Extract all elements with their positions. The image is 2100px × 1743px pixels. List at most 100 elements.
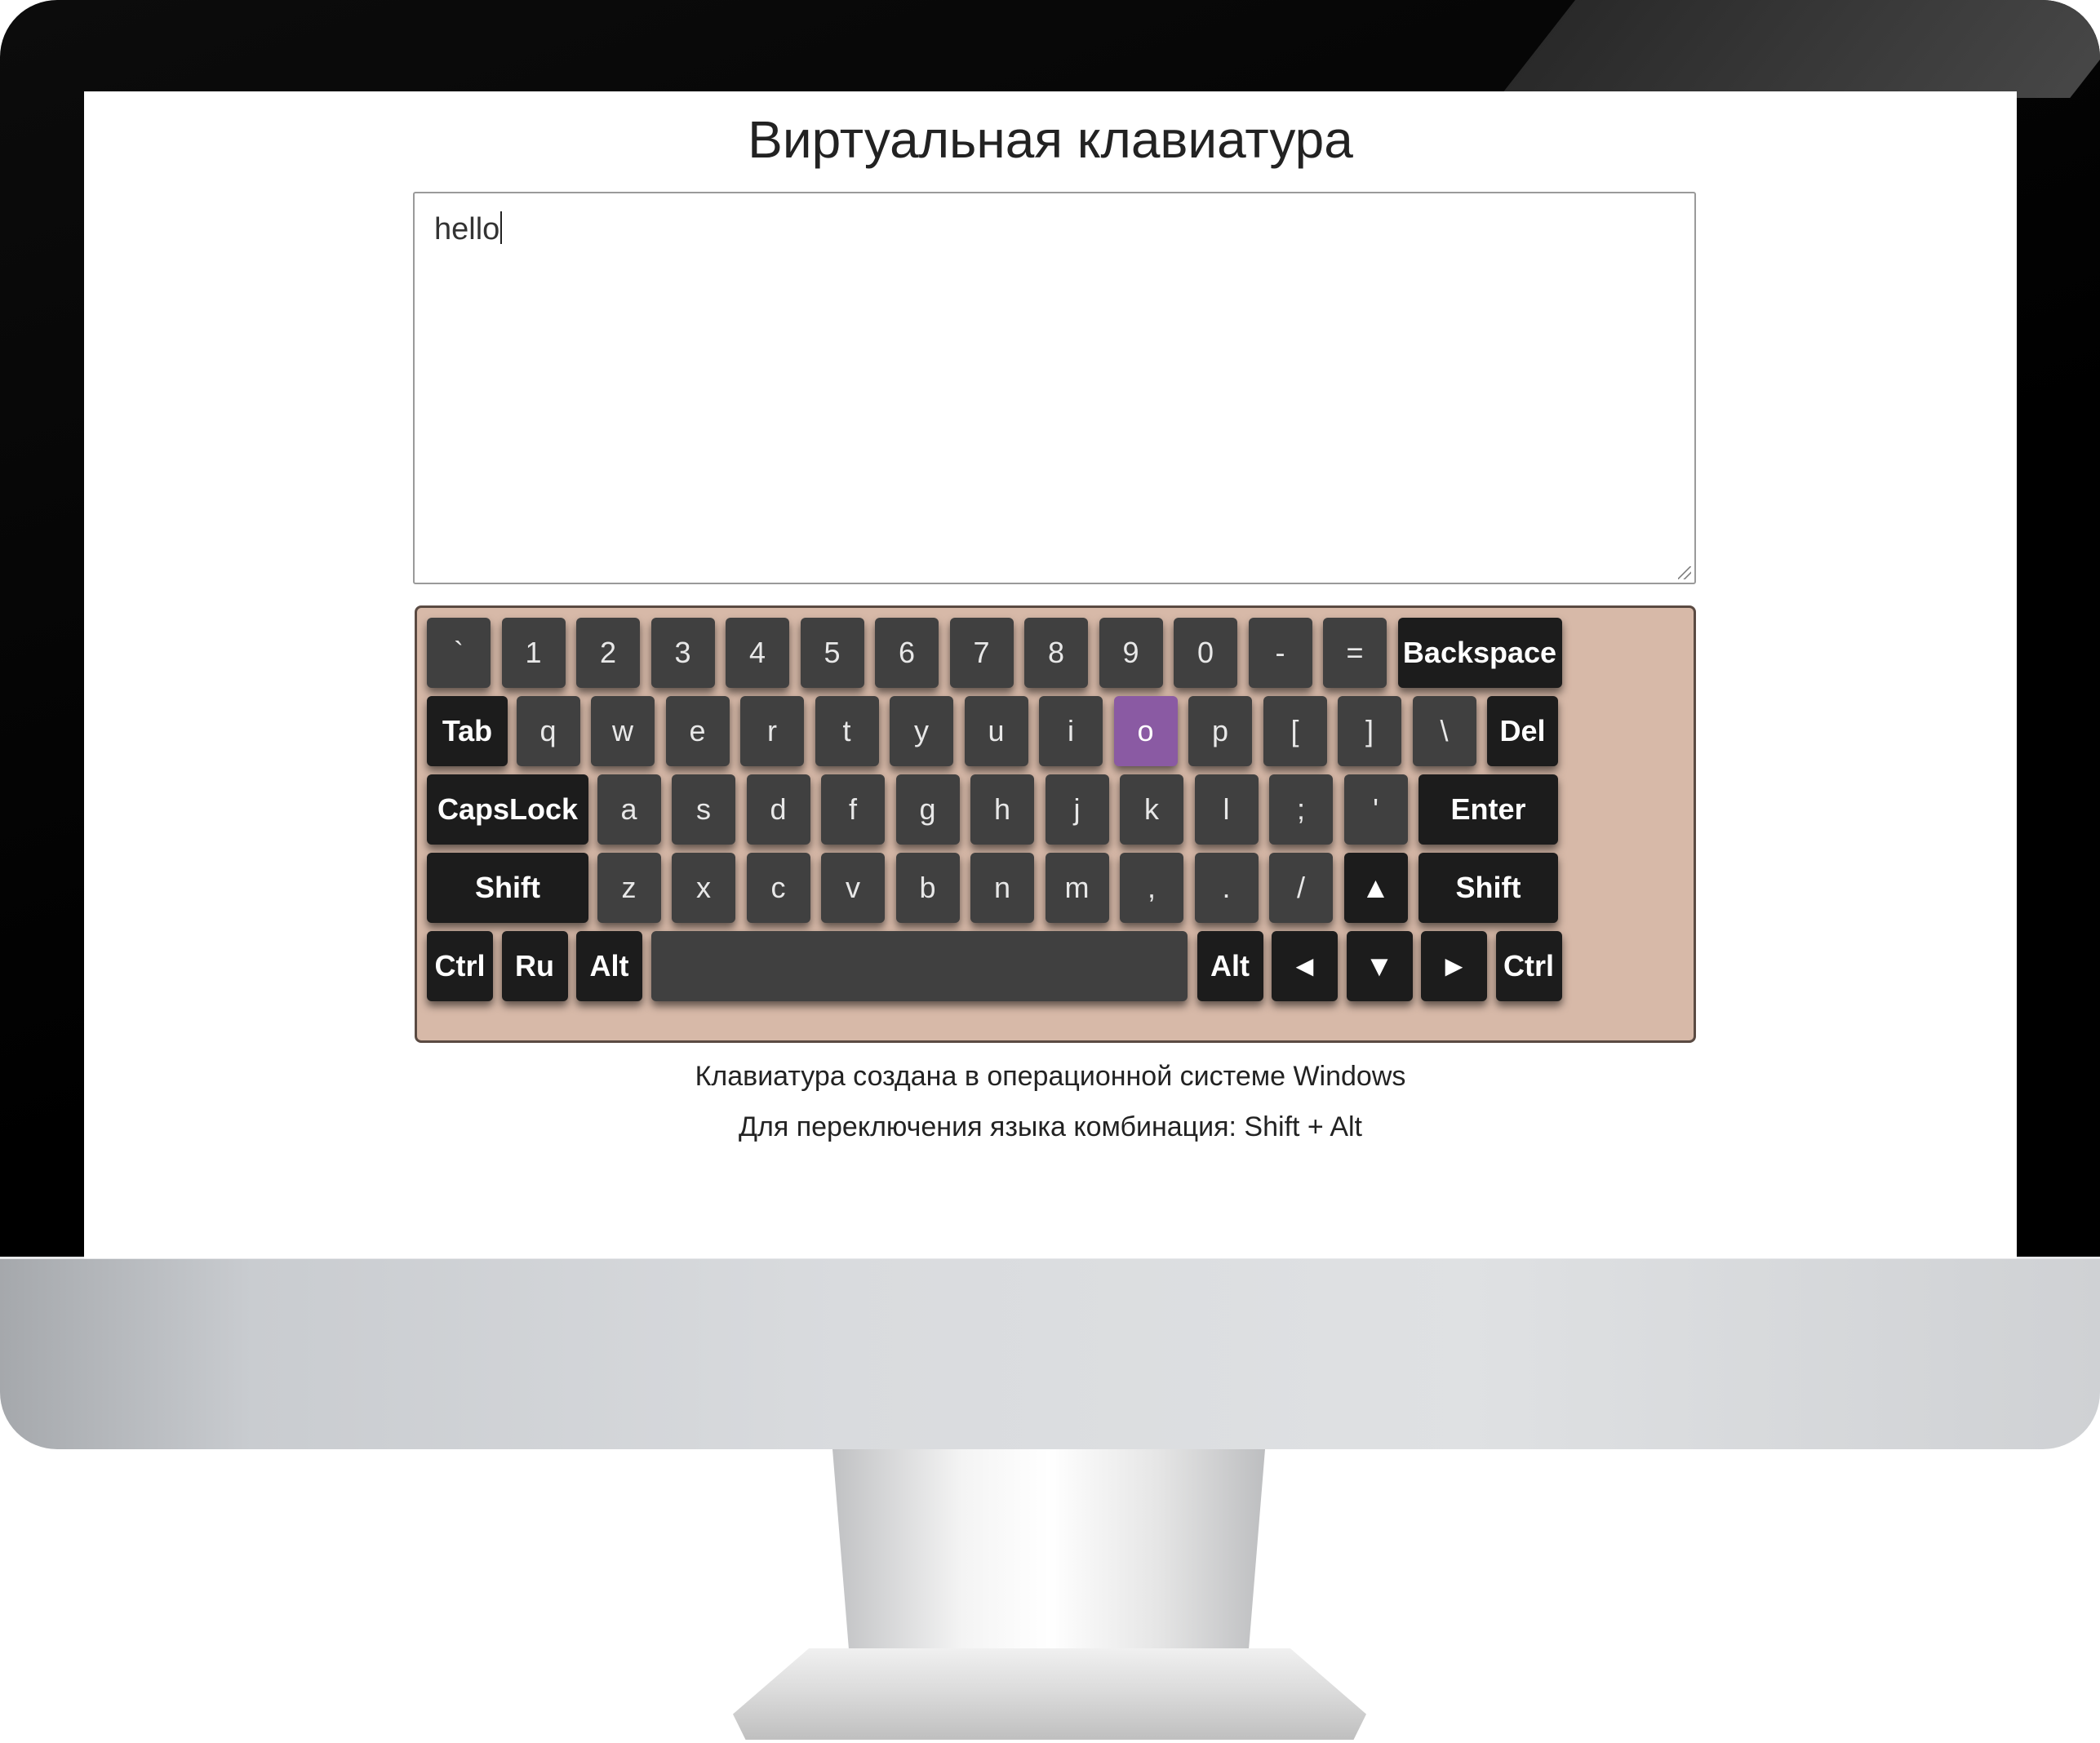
key-8[interactable]: 8 bbox=[1024, 618, 1088, 688]
key-2[interactable]: 2 bbox=[576, 618, 640, 688]
key-label: d bbox=[770, 792, 787, 826]
key-n[interactable]: n bbox=[970, 853, 1034, 923]
key-e[interactable]: e bbox=[665, 696, 730, 766]
key-bracket-left[interactable]: [ bbox=[1263, 696, 1327, 766]
key-6[interactable]: 6 bbox=[875, 618, 939, 688]
key-label: , bbox=[1147, 871, 1156, 904]
key-label: ▲ bbox=[1361, 871, 1391, 904]
key-slash[interactable]: / bbox=[1269, 853, 1333, 923]
note-language-switch: Для переключения языка комбинация: Shift… bbox=[738, 1111, 1363, 1142]
key-z[interactable]: z bbox=[597, 853, 661, 923]
resize-handle-icon[interactable] bbox=[1678, 566, 1691, 579]
key-quote[interactable]: ' bbox=[1343, 774, 1408, 845]
key-label: z bbox=[621, 871, 637, 904]
key-p[interactable]: p bbox=[1188, 696, 1252, 766]
key-label: Shift bbox=[475, 871, 540, 904]
text-input-area[interactable]: hello bbox=[413, 192, 1696, 584]
key-t[interactable]: t bbox=[815, 696, 879, 766]
key-0[interactable]: 0 bbox=[1174, 618, 1237, 688]
key-arrow-down[interactable]: ▼ bbox=[1346, 931, 1413, 1001]
key-enter[interactable]: Enter bbox=[1418, 774, 1558, 845]
key-capslock[interactable]: CapsLock bbox=[427, 774, 588, 845]
key-alt-right[interactable]: Alt bbox=[1197, 931, 1263, 1001]
key-comma[interactable]: , bbox=[1120, 853, 1183, 923]
key-shift-right[interactable]: Shift bbox=[1418, 853, 1558, 923]
key-c[interactable]: c bbox=[746, 853, 810, 923]
key-label: n bbox=[993, 871, 1011, 904]
key-5[interactable]: 5 bbox=[800, 618, 864, 688]
key-label: g bbox=[919, 792, 936, 826]
key-label: j bbox=[1073, 792, 1081, 826]
key-label: ; bbox=[1296, 792, 1305, 826]
key-label: . bbox=[1222, 871, 1231, 904]
key-label: 3 bbox=[674, 636, 691, 669]
key-s[interactable]: s bbox=[672, 774, 735, 845]
key-arrow-left[interactable]: ◄ bbox=[1272, 931, 1338, 1001]
key-k[interactable]: k bbox=[1120, 774, 1183, 845]
key-label: ] bbox=[1365, 714, 1374, 747]
key-j[interactable]: j bbox=[1045, 774, 1109, 845]
key-ctrl-left[interactable]: Ctrl bbox=[427, 931, 493, 1001]
key-f[interactable]: f bbox=[821, 774, 885, 845]
key-minus[interactable]: - bbox=[1248, 618, 1312, 688]
key-period[interactable]: . bbox=[1194, 853, 1259, 923]
key-label: Ctrl bbox=[1503, 949, 1554, 982]
key-label: l bbox=[1223, 792, 1230, 826]
key-7[interactable]: 7 bbox=[949, 618, 1014, 688]
key-equals[interactable]: = bbox=[1323, 618, 1387, 688]
key-shift-left[interactable]: Shift bbox=[427, 853, 588, 923]
key-label: ► bbox=[1439, 949, 1469, 982]
monitor-stand-base bbox=[733, 1648, 1366, 1740]
key-y[interactable]: y bbox=[890, 696, 953, 766]
key-del[interactable]: Del bbox=[1487, 696, 1558, 766]
key-label: f bbox=[848, 792, 857, 826]
key-ru[interactable]: Ru bbox=[501, 931, 568, 1001]
key-1[interactable]: 1 bbox=[501, 618, 566, 688]
key-o[interactable]: o bbox=[1113, 696, 1178, 766]
key-backslash[interactable]: \ bbox=[1412, 696, 1476, 766]
key-space[interactable] bbox=[650, 931, 1188, 1001]
key-d[interactable]: d bbox=[746, 774, 810, 845]
key-r[interactable]: r bbox=[740, 696, 804, 766]
key-g[interactable]: g bbox=[895, 774, 960, 845]
key-9[interactable]: 9 bbox=[1099, 618, 1163, 688]
key-x[interactable]: x bbox=[672, 853, 735, 923]
key-semicolon[interactable]: ; bbox=[1269, 774, 1333, 845]
key-label: - bbox=[1275, 636, 1285, 669]
key-label: ▼ bbox=[1365, 949, 1394, 982]
key-l[interactable]: l bbox=[1194, 774, 1259, 845]
key-a[interactable]: a bbox=[597, 774, 661, 845]
key-4[interactable]: 4 bbox=[726, 618, 789, 688]
key-alt-left[interactable]: Alt bbox=[576, 931, 642, 1001]
key-backspace[interactable]: Backspace bbox=[1397, 618, 1562, 688]
key-label: [ bbox=[1290, 714, 1299, 747]
key-b[interactable]: b bbox=[895, 853, 960, 923]
key-backtick[interactable]: ` bbox=[427, 618, 491, 688]
key-label: 0 bbox=[1197, 636, 1214, 669]
key-h[interactable]: h bbox=[970, 774, 1034, 845]
key-i[interactable]: i bbox=[1039, 696, 1103, 766]
monitor-stand-neck bbox=[832, 1449, 1265, 1661]
key-label: a bbox=[620, 792, 637, 826]
key-label: Alt bbox=[589, 949, 629, 982]
key-m[interactable]: m bbox=[1045, 853, 1109, 923]
key-u[interactable]: u bbox=[964, 696, 1028, 766]
key-label: Backspace bbox=[1402, 636, 1557, 669]
key-label: ◄ bbox=[1290, 949, 1320, 982]
key-label: 7 bbox=[973, 636, 990, 669]
key-3[interactable]: 3 bbox=[650, 618, 715, 688]
key-label: Enter bbox=[1450, 792, 1526, 826]
key-arrow-up[interactable]: ▲ bbox=[1343, 853, 1408, 923]
note-os: Клавиатура создана в операционной систем… bbox=[695, 1061, 1406, 1092]
key-w[interactable]: w bbox=[591, 696, 655, 766]
key-arrow-right[interactable]: ► bbox=[1421, 931, 1487, 1001]
key-bracket-right[interactable]: ] bbox=[1338, 696, 1401, 766]
key-q[interactable]: q bbox=[516, 696, 580, 766]
page-title: Виртуальная клавиатура bbox=[748, 110, 1353, 169]
key-tab[interactable]: Tab bbox=[427, 696, 508, 766]
key-v[interactable]: v bbox=[821, 853, 885, 923]
key-ctrl-right[interactable]: Ctrl bbox=[1495, 931, 1562, 1001]
key-label: Ru bbox=[515, 949, 554, 982]
key-label: o bbox=[1137, 714, 1154, 747]
key-label: r bbox=[767, 714, 777, 747]
